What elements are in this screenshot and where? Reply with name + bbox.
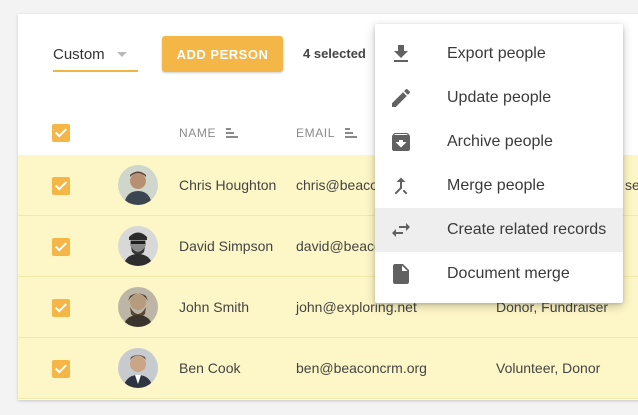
person-email: david@beaco: [296, 238, 382, 254]
pencil-icon: [392, 88, 411, 107]
avatar: [118, 226, 158, 266]
menu-item-label: Archive people: [447, 133, 553, 150]
selected-count: 4 selected: [303, 46, 366, 61]
avatar: [118, 348, 158, 388]
swap-arrows-icon: [392, 223, 410, 237]
avatar: [118, 287, 158, 327]
table-row[interactable]: Ben Cook ben@beaconcrm.org Volunteer, Do…: [18, 338, 638, 399]
avatar: [118, 165, 158, 205]
row-checkbox[interactable]: [52, 299, 70, 317]
menu-item-label: Export people: [447, 45, 546, 62]
row-checkbox[interactable]: [52, 360, 70, 378]
person-name[interactable]: Ben Cook: [179, 360, 240, 376]
menu-item-create-related-records[interactable]: Create related records: [375, 208, 623, 252]
column-header-label: NAME: [179, 126, 217, 140]
person-tags: Volunteer, Donor: [496, 360, 601, 376]
select-all-checkbox[interactable]: [52, 124, 70, 142]
sort-icon[interactable]: [226, 128, 239, 138]
chevron-down-icon: [117, 52, 127, 57]
menu-item-document-merge[interactable]: Document merge: [375, 252, 623, 296]
row-checkbox[interactable]: [52, 177, 70, 195]
person-email: chris@beaco: [296, 177, 378, 193]
document-icon: [393, 264, 409, 284]
person-name[interactable]: David Simpson: [179, 238, 273, 254]
menu-item-label: Update people: [447, 89, 552, 106]
menu-item-merge-people[interactable]: Merge people: [375, 164, 623, 208]
merge-icon: [394, 177, 408, 195]
menu-item-update-people[interactable]: Update people: [375, 76, 623, 120]
person-name[interactable]: Chris Houghton: [179, 177, 276, 193]
bulk-actions-menu: Export people Update people Archive peop…: [375, 24, 623, 303]
person-tags: sea: [625, 177, 638, 193]
menu-item-archive-people[interactable]: Archive people: [375, 120, 623, 164]
menu-item-label: Merge people: [447, 177, 545, 194]
column-header-name[interactable]: NAME: [179, 126, 239, 140]
menu-item-label: Create related records: [447, 221, 607, 238]
filter-value: Custom: [53, 46, 105, 63]
menu-item-label: Document merge: [447, 265, 570, 282]
menu-item-export-people[interactable]: Export people: [375, 32, 623, 76]
add-person-button[interactable]: ADD PERSON: [162, 36, 283, 72]
person-email: ben@beaconcrm.org: [296, 360, 427, 376]
column-header-label: EMAIL: [296, 126, 336, 140]
archive-icon: [392, 133, 410, 151]
download-icon: [394, 45, 408, 62]
filter-dropdown[interactable]: Custom: [53, 36, 138, 72]
person-name[interactable]: John Smith: [179, 299, 249, 315]
column-header-email[interactable]: EMAIL: [296, 126, 358, 140]
sort-icon[interactable]: [345, 128, 358, 138]
row-checkbox[interactable]: [52, 238, 70, 256]
